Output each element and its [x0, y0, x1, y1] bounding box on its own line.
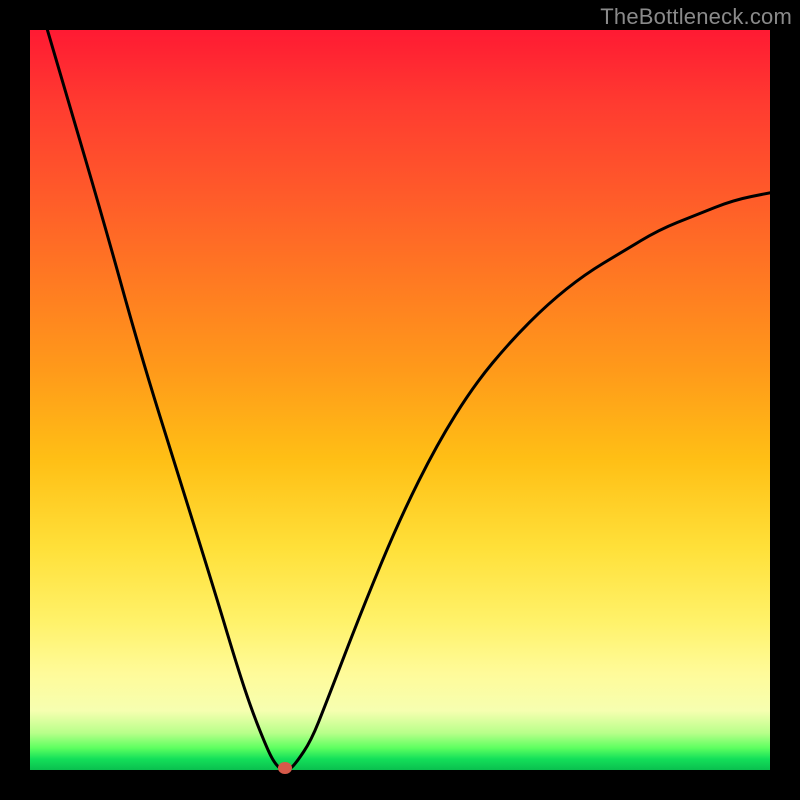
bottleneck-curve	[30, 30, 770, 770]
minimum-marker-dot	[278, 762, 292, 774]
watermark-text: TheBottleneck.com	[600, 4, 792, 30]
plot-area	[30, 30, 770, 770]
chart-frame: TheBottleneck.com	[0, 0, 800, 800]
